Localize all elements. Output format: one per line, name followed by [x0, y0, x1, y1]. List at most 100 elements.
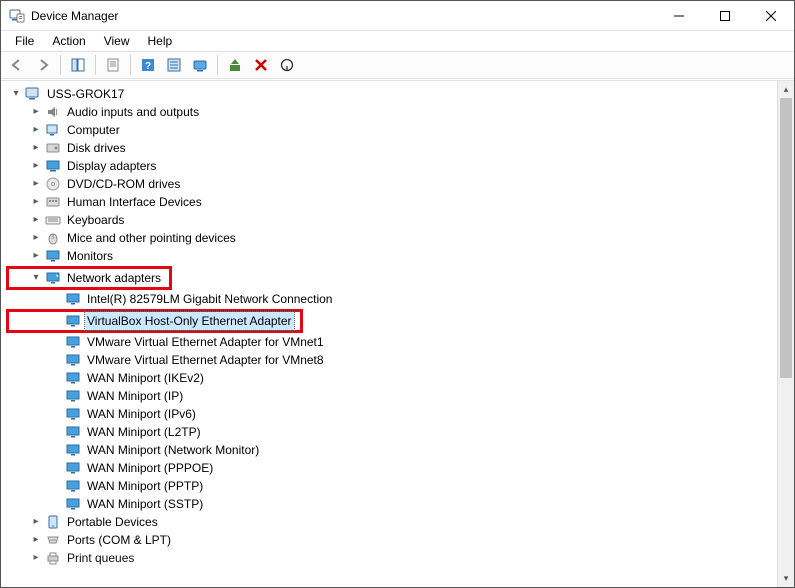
disable-button[interactable] — [275, 54, 299, 76]
tree-label: VirtualBox Host-Only Ethernet Adapter — [85, 312, 294, 330]
tree-label: Network adapters — [65, 269, 163, 287]
keyboard-icon — [45, 212, 61, 228]
chevron-right-icon[interactable]: ▸ — [29, 177, 43, 191]
svg-text:?: ? — [145, 61, 151, 72]
network-adapter-icon — [65, 370, 81, 386]
scroll-up-button[interactable]: ▴ — [778, 81, 794, 98]
tree-item-mice[interactable]: ▸ Mice and other pointing devices — [5, 229, 777, 247]
chevron-down-icon[interactable]: ▾ — [9, 87, 23, 101]
tree-item-nic-ikev2[interactable]: ▸ WAN Miniport (IKEv2) — [5, 369, 777, 387]
scroll-down-button[interactable]: ▾ — [778, 570, 794, 587]
minimize-button[interactable] — [656, 1, 702, 30]
tree-label: Display adapters — [65, 157, 158, 175]
vertical-scrollbar[interactable]: ▴ ▾ — [777, 81, 794, 587]
scroll-thumb[interactable] — [780, 98, 792, 378]
pc-icon — [45, 122, 61, 138]
network-adapter-icon — [65, 406, 81, 422]
chevron-right-icon[interactable]: ▸ — [29, 213, 43, 227]
show-hide-tree-button[interactable] — [66, 54, 90, 76]
no-chevron: ▸ — [49, 443, 63, 457]
chevron-right-icon[interactable]: ▸ — [29, 195, 43, 209]
close-button[interactable] — [748, 1, 794, 30]
tree-item-network-adapters[interactable]: ▾ Network adapters — [9, 269, 169, 287]
tree-label: Disk drives — [65, 139, 128, 157]
no-chevron: ▸ — [49, 389, 63, 403]
tree-item-nic-intel[interactable]: ▸ Intel(R) 82579LM Gigabit Network Conne… — [5, 290, 777, 308]
tree-label: USS-GROK17 — [45, 85, 126, 103]
tree-label: Keyboards — [65, 211, 126, 229]
chevron-right-icon[interactable]: ▸ — [29, 123, 43, 137]
disk-icon — [45, 140, 61, 156]
update-driver-button[interactable] — [223, 54, 247, 76]
menu-action[interactable]: Action — [44, 32, 93, 50]
tree-item-nic-pptp[interactable]: ▸ WAN Miniport (PPTP) — [5, 477, 777, 495]
menu-file[interactable]: File — [7, 32, 42, 50]
tree-item-hid[interactable]: ▸ Human Interface Devices — [5, 193, 777, 211]
forward-button[interactable] — [31, 54, 55, 76]
chevron-right-icon[interactable]: ▸ — [29, 231, 43, 245]
chevron-down-icon[interactable]: ▾ — [29, 271, 43, 285]
properties-button[interactable] — [101, 54, 125, 76]
back-button[interactable] — [5, 54, 29, 76]
tree-root[interactable]: ▾ USS-GROK17 — [5, 85, 777, 103]
tree-item-dvd[interactable]: ▸ DVD/CD-ROM drives — [5, 175, 777, 193]
tree-item-nic-ipv6[interactable]: ▸ WAN Miniport (IPv6) — [5, 405, 777, 423]
tree-item-audio[interactable]: ▸ Audio inputs and outputs — [5, 103, 777, 121]
toolbar-separator — [60, 55, 61, 75]
printer-icon — [45, 550, 61, 566]
tree-label: Monitors — [65, 247, 115, 265]
tree-item-nic-vmnet1[interactable]: ▸ VMware Virtual Ethernet Adapter for VM… — [5, 333, 777, 351]
tree-item-nic-ip[interactable]: ▸ WAN Miniport (IP) — [5, 387, 777, 405]
mouse-icon — [45, 230, 61, 246]
menu-help[interactable]: Help — [140, 32, 181, 50]
network-adapter-icon — [65, 424, 81, 440]
tree-item-ports[interactable]: ▸ Ports (COM & LPT) — [5, 531, 777, 549]
tree-item-printqueues[interactable]: ▸ Print queues — [5, 549, 777, 567]
tree-label: WAN Miniport (IKEv2) — [85, 369, 206, 387]
tree-label: WAN Miniport (SSTP) — [85, 495, 205, 513]
scan-hardware-button[interactable] — [188, 54, 212, 76]
network-adapter-icon — [65, 334, 81, 350]
tree-item-keyboards[interactable]: ▸ Keyboards — [5, 211, 777, 229]
chevron-right-icon[interactable]: ▸ — [29, 551, 43, 565]
tree-item-nic-sstp[interactable]: ▸ WAN Miniport (SSTP) — [5, 495, 777, 513]
device-tree[interactable]: ▾ USS-GROK17 ▸ Audio inputs and outputs … — [1, 81, 777, 587]
tree-item-nic-virtualbox[interactable]: ▸ VirtualBox Host-Only Ethernet Adapter — [9, 312, 300, 330]
tree-item-monitors[interactable]: ▸ Monitors — [5, 247, 777, 265]
help-button[interactable]: ? — [136, 54, 160, 76]
dvd-icon — [45, 176, 61, 192]
tree-label: Portable Devices — [65, 513, 160, 531]
tree-item-portable[interactable]: ▸ Portable Devices — [5, 513, 777, 531]
tree-item-nic-vmnet8[interactable]: ▸ VMware Virtual Ethernet Adapter for VM… — [5, 351, 777, 369]
chevron-right-icon[interactable]: ▸ — [29, 533, 43, 547]
menubar: File Action View Help — [1, 31, 794, 51]
menu-view[interactable]: View — [96, 32, 138, 50]
tree-item-nic-pppoe[interactable]: ▸ WAN Miniport (PPPOE) — [5, 459, 777, 477]
chevron-right-icon[interactable]: ▸ — [29, 159, 43, 173]
tree-item-disk[interactable]: ▸ Disk drives — [5, 139, 777, 157]
uninstall-button[interactable] — [249, 54, 273, 76]
no-chevron: ▸ — [49, 461, 63, 475]
chevron-right-icon[interactable]: ▸ — [29, 141, 43, 155]
no-chevron: ▸ — [49, 407, 63, 421]
tree-label: Mice and other pointing devices — [65, 229, 238, 247]
chevron-right-icon[interactable]: ▸ — [29, 105, 43, 119]
hid-icon — [45, 194, 61, 210]
chevron-right-icon[interactable]: ▸ — [29, 249, 43, 263]
no-chevron: ▸ — [49, 335, 63, 349]
network-adapter-icon — [65, 313, 81, 329]
tree-item-nic-l2tp[interactable]: ▸ WAN Miniport (L2TP) — [5, 423, 777, 441]
network-adapter-icon — [65, 442, 81, 458]
tree-item-computer[interactable]: ▸ Computer — [5, 121, 777, 139]
tree-item-nic-netmon[interactable]: ▸ WAN Miniport (Network Monitor) — [5, 441, 777, 459]
action-help-button[interactable] — [162, 54, 186, 76]
network-adapter-icon — [65, 460, 81, 476]
window-title: Device Manager — [31, 9, 656, 23]
tree-item-display[interactable]: ▸ Display adapters — [5, 157, 777, 175]
maximize-button[interactable] — [702, 1, 748, 30]
network-icon — [45, 270, 61, 286]
chevron-right-icon[interactable]: ▸ — [29, 515, 43, 529]
network-adapter-icon — [65, 496, 81, 512]
toolbar-separator — [95, 55, 96, 75]
no-chevron: ▸ — [49, 425, 63, 439]
